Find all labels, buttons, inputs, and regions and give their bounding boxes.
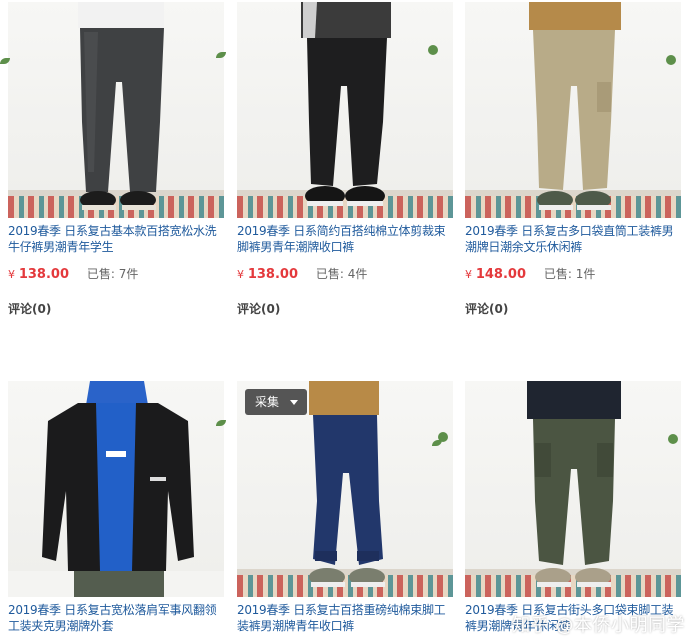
caret-down-icon bbox=[290, 400, 298, 405]
model-figure bbox=[529, 2, 676, 210]
price-row: ¥ 138.00 已售: 7件 bbox=[8, 265, 224, 284]
currency-symbol: ¥ bbox=[8, 268, 15, 281]
product-title[interactable]: 2019春季 日系复古多口袋直筒工装裤男潮牌日潮余文乐休闲裤 bbox=[465, 223, 681, 255]
collect-label: 采集 bbox=[255, 395, 280, 409]
product-image[interactable] bbox=[465, 2, 681, 218]
sold-label: 已售: bbox=[543, 267, 572, 281]
price-row: ¥ 138.00 已售: 4件 bbox=[237, 265, 453, 284]
product-card[interactable]: 2019春季 日系复古宽松落肩军事风翻领工装夹克男潮牌外套 bbox=[8, 381, 224, 634]
price-row: ¥ 148.00 已售: 1件 bbox=[465, 265, 681, 284]
model-figure bbox=[527, 381, 678, 587]
sold-label: 已售: bbox=[315, 267, 344, 281]
currency-symbol: ¥ bbox=[465, 268, 472, 281]
product-title[interactable]: 2019春季 日系复古百搭重磅纯棉束脚工装裤男潮牌青年收口裤 bbox=[237, 602, 453, 634]
product-card[interactable]: 2019春季 日系复古街头多口袋束脚工装裤男潮牌青年休闲裤 bbox=[465, 381, 681, 634]
plant-leaf bbox=[216, 52, 226, 58]
product-title[interactable]: 2019春季 日系复古基本款百搭宽松水洗牛仔裤男潮青年学生 bbox=[8, 223, 224, 255]
product-title[interactable]: 2019春季 日系复古宽松落肩军事风翻领工装夹克男潮牌外套 bbox=[8, 602, 224, 634]
comments-link[interactable]: 评论(0) bbox=[8, 300, 224, 317]
plant-leaf bbox=[216, 420, 226, 426]
product-image[interactable] bbox=[465, 381, 681, 597]
comments-link[interactable]: 评论(0) bbox=[237, 300, 453, 317]
model-figure bbox=[78, 2, 164, 210]
product-image[interactable] bbox=[8, 381, 224, 597]
product-image[interactable] bbox=[8, 2, 224, 218]
product-price: 138.00 bbox=[247, 267, 298, 282]
collect-button[interactable]: 采集 bbox=[245, 389, 307, 415]
product-price: 138.00 bbox=[18, 267, 69, 282]
currency-symbol: ¥ bbox=[237, 268, 244, 281]
sold-count: 1件 bbox=[575, 267, 596, 281]
product-card[interactable]: 2019春季 日系复古多口袋直筒工装裤男潮牌日潮余文乐休闲裤 ¥ 148.00 … bbox=[465, 2, 681, 317]
product-title[interactable]: 2019春季 日系简约百搭纯棉立体剪裁束脚裤男青年潮牌收口裤 bbox=[237, 223, 453, 255]
product-card[interactable]: 2019春季 日系简约百搭纯棉立体剪裁束脚裤男青年潮牌收口裤 ¥ 138.00 … bbox=[237, 2, 453, 317]
comments-link[interactable]: 评论(0) bbox=[465, 300, 681, 317]
source-watermark: 知乎 @本侨小明同学 bbox=[512, 615, 685, 636]
product-card[interactable]: 采集 2019春季 日系复古百搭重磅纯棉束脚工装裤男潮牌青年收口裤 bbox=[237, 381, 453, 634]
product-image[interactable]: 采集 bbox=[237, 381, 453, 597]
sold-label: 已售: bbox=[86, 267, 115, 281]
product-image[interactable] bbox=[237, 2, 453, 218]
product-card[interactable]: 2019春季 日系复古基本款百搭宽松水洗牛仔裤男潮青年学生 ¥ 138.00 已… bbox=[8, 2, 224, 317]
model-figure bbox=[301, 2, 438, 206]
model-figure bbox=[42, 381, 194, 597]
sold-count: 4件 bbox=[347, 267, 368, 281]
sold-count: 7件 bbox=[118, 267, 139, 281]
product-price: 148.00 bbox=[475, 267, 526, 282]
